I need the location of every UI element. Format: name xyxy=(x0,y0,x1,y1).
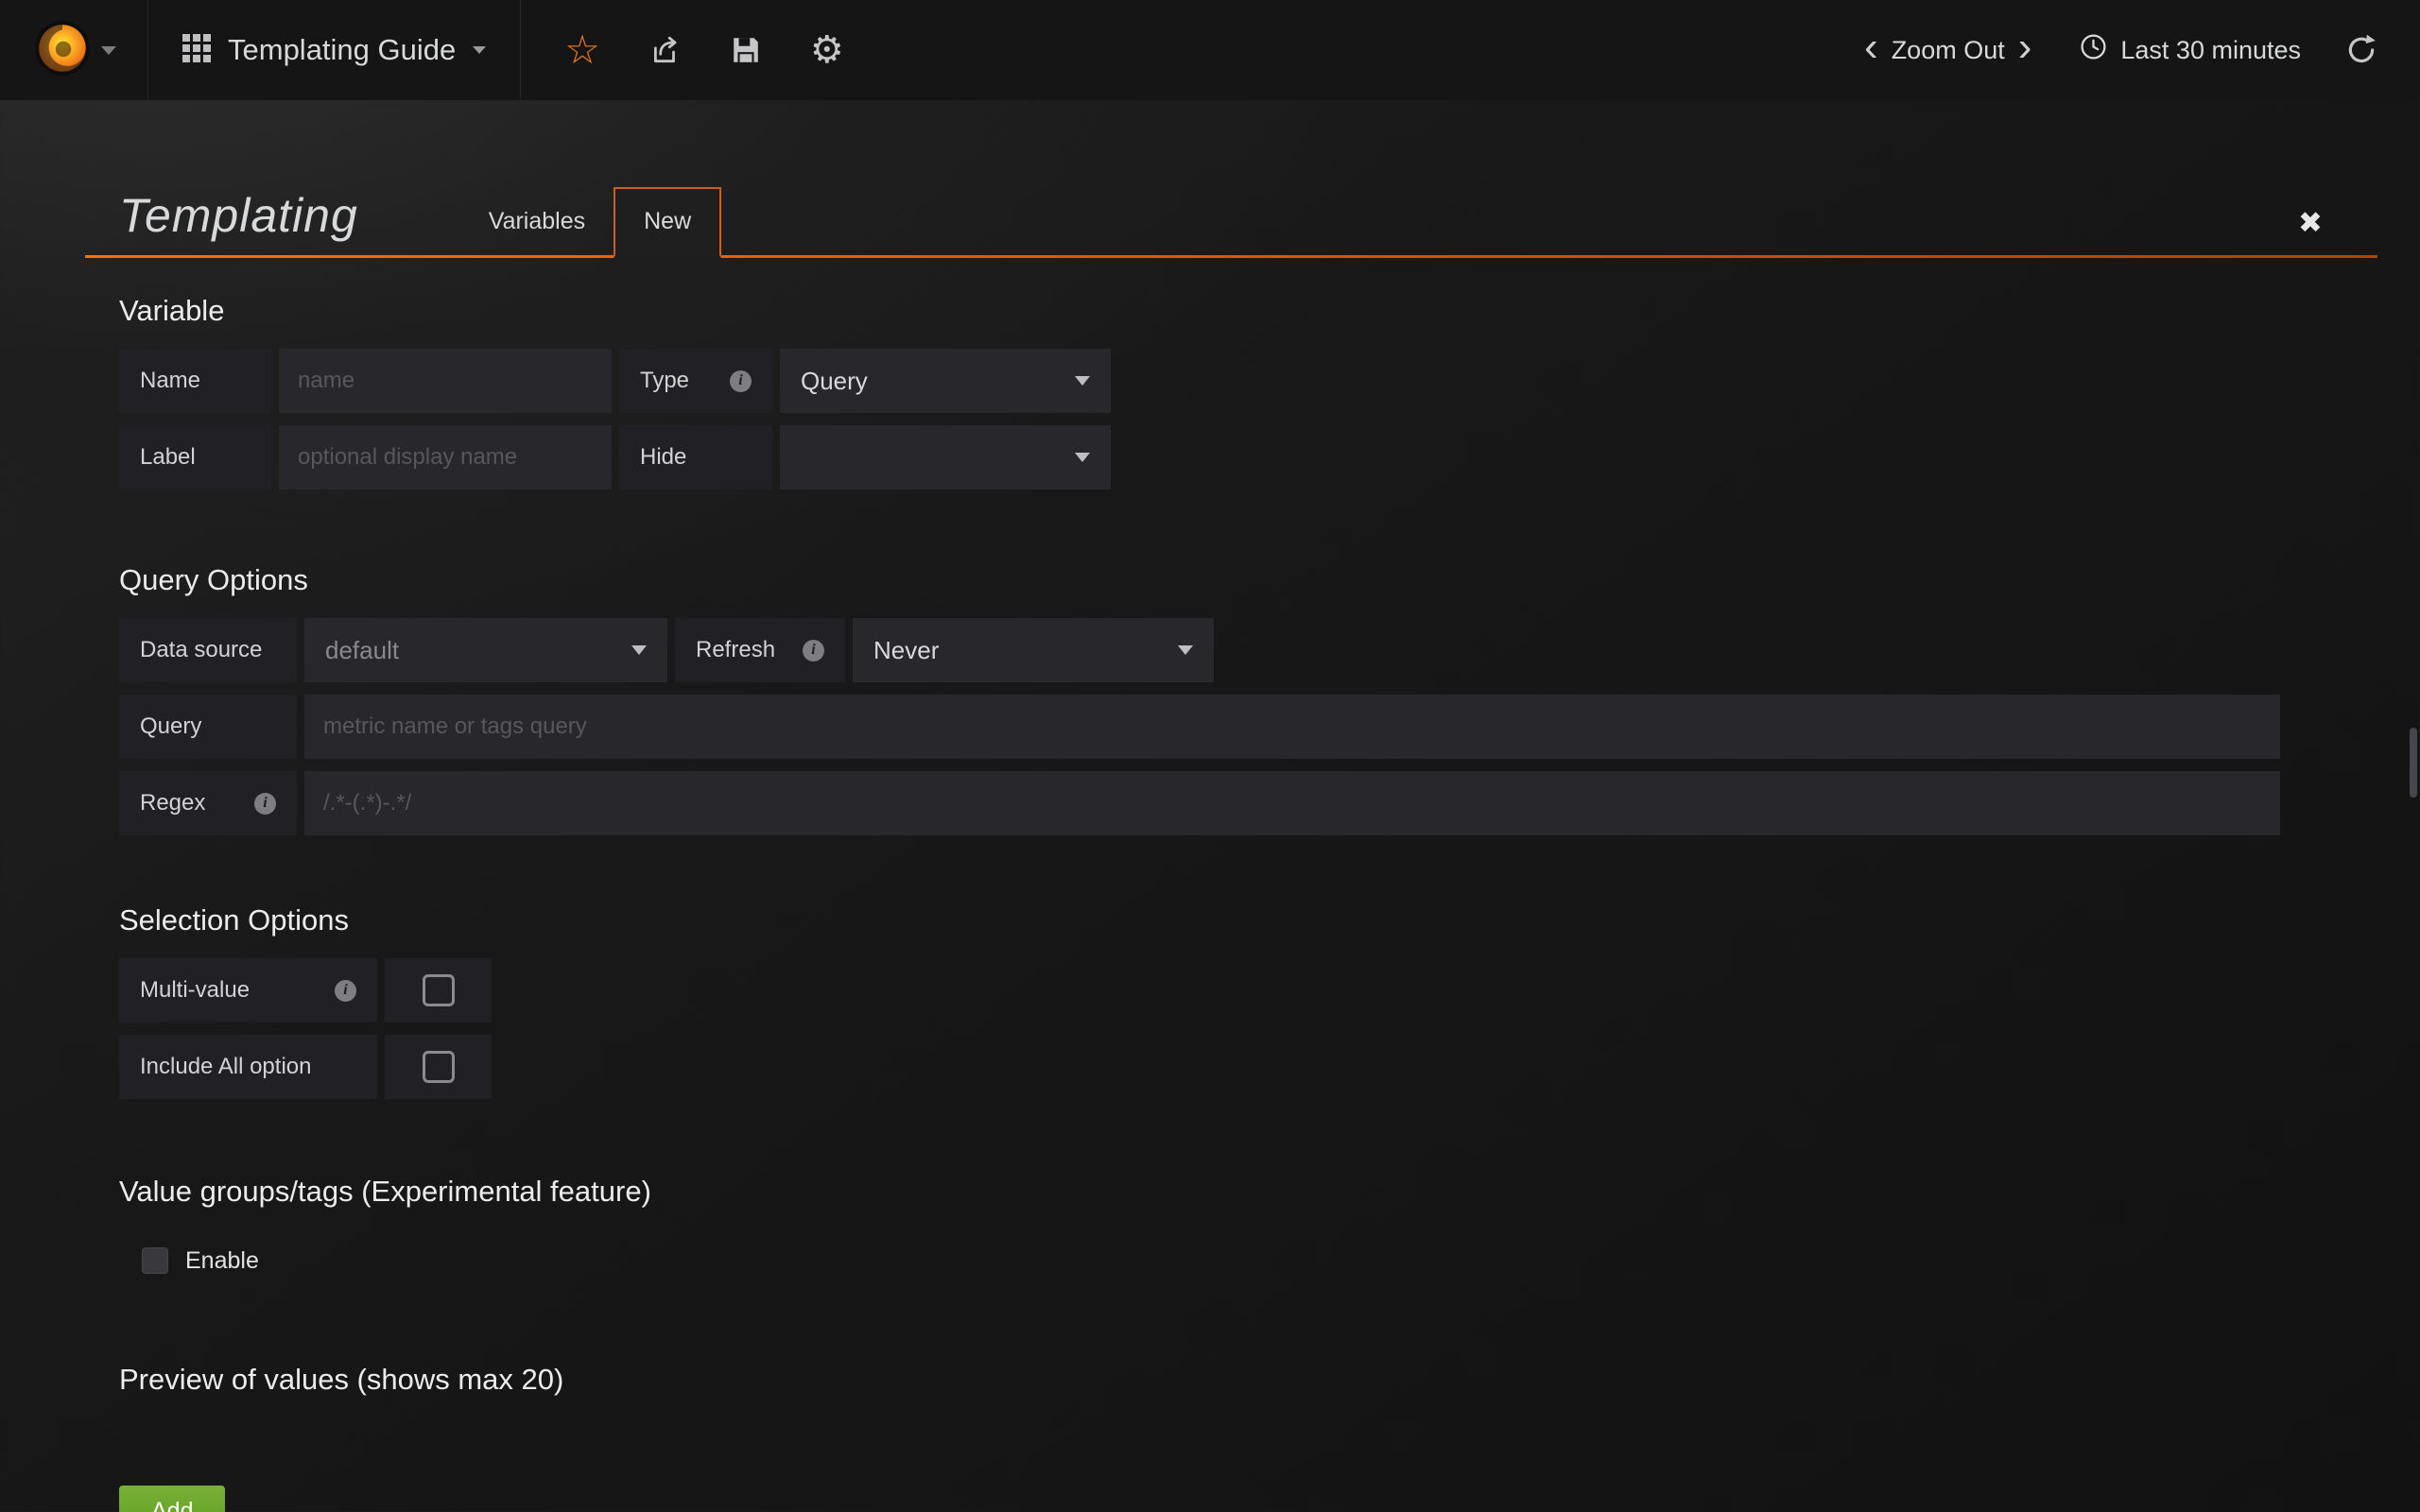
name-label: Name xyxy=(119,349,271,413)
hide-label: Hide xyxy=(619,425,772,490)
caret-down-icon xyxy=(101,46,116,55)
caret-down-icon xyxy=(1178,645,1193,655)
multi-value-label-text: Multi-value xyxy=(140,977,250,1004)
templating-editor: Templating Variables New ✖ Variable Name… xyxy=(0,187,2420,1512)
multi-value-label: Multi-value i xyxy=(119,958,377,1022)
preview-heading: Preview of values (shows max 20) xyxy=(119,1363,2280,1397)
enable-row: Enable xyxy=(142,1242,2280,1280)
include-all-checkbox-cell[interactable] xyxy=(385,1035,492,1099)
editor-tabs: Variables New xyxy=(460,187,721,258)
query-input[interactable] xyxy=(304,695,2280,759)
close-icon[interactable]: ✖ xyxy=(2298,208,2323,237)
info-icon[interactable]: i xyxy=(730,370,752,392)
time-forward-icon[interactable]: › xyxy=(2005,26,2046,68)
variable-name-row: Name Type i Query xyxy=(119,349,2280,413)
grafana-logo-icon xyxy=(31,17,94,84)
datasource-label: Data source xyxy=(119,618,297,682)
multi-value-row: Multi-value i xyxy=(119,958,2280,1022)
refresh-select[interactable]: Never xyxy=(853,618,1214,682)
query-label: Query xyxy=(119,695,297,759)
zoom-out-button[interactable]: Zoom Out xyxy=(1892,36,2005,65)
gear-icon[interactable]: ⚙ xyxy=(810,31,844,69)
time-controls: ‹ Zoom Out › Last 30 minutes xyxy=(1851,0,2420,100)
regex-input[interactable] xyxy=(304,771,2280,835)
regex-row: Regex i xyxy=(119,771,2280,835)
label-input[interactable] xyxy=(279,425,612,490)
info-icon[interactable]: i xyxy=(254,793,276,815)
type-label: Type i xyxy=(619,349,772,413)
refresh-label: Refresh i xyxy=(675,618,845,682)
multi-value-checkbox[interactable] xyxy=(423,974,455,1006)
query-options-heading: Query Options xyxy=(119,563,2280,597)
info-icon[interactable]: i xyxy=(335,980,356,1002)
value-groups-heading: Value groups/tags (Experimental feature) xyxy=(119,1175,2280,1209)
datasource-row: Data source default Refresh i Never xyxy=(119,618,2280,682)
refresh-label-text: Refresh xyxy=(696,637,775,663)
include-all-checkbox[interactable] xyxy=(423,1051,455,1083)
datasource-select-value: default xyxy=(325,636,399,665)
refresh-select-value: Never xyxy=(873,636,939,665)
label-label: Label xyxy=(119,425,271,490)
hide-select[interactable] xyxy=(780,425,1111,490)
time-back-icon[interactable]: ‹ xyxy=(1851,26,1892,68)
dashboard-picker[interactable]: Templating Guide xyxy=(148,0,521,100)
tab-new[interactable]: New xyxy=(614,187,721,258)
dashboard-grid-icon xyxy=(182,34,211,67)
regex-label: Regex i xyxy=(119,771,297,835)
regex-label-text: Regex xyxy=(140,790,205,816)
info-icon[interactable]: i xyxy=(803,640,824,662)
type-select[interactable]: Query xyxy=(780,349,1111,413)
star-icon[interactable]: ☆ xyxy=(564,30,600,70)
time-range-picker[interactable]: Last 30 minutes xyxy=(2079,32,2301,68)
include-all-label: Include All option xyxy=(119,1035,377,1099)
selection-options-heading: Selection Options xyxy=(119,903,2280,937)
time-range-label: Last 30 minutes xyxy=(2120,36,2301,65)
query-row: Query xyxy=(119,695,2280,759)
clock-icon xyxy=(2079,32,2108,68)
caret-down-icon xyxy=(631,645,647,655)
editor-tab-header: Templating Variables New ✖ xyxy=(85,187,2377,258)
save-icon[interactable] xyxy=(731,35,761,65)
enable-label: Enable xyxy=(185,1247,259,1275)
type-select-value: Query xyxy=(801,367,868,396)
caret-down-icon xyxy=(1075,453,1090,462)
enable-checkbox[interactable] xyxy=(142,1247,168,1274)
add-button[interactable]: Add xyxy=(119,1486,225,1512)
variable-label-row: Label Hide xyxy=(119,425,2280,490)
page-title: Templating xyxy=(119,188,358,243)
grafana-menu-button[interactable] xyxy=(0,0,148,100)
refresh-icon[interactable] xyxy=(2344,33,2378,67)
name-input[interactable] xyxy=(279,349,612,413)
datasource-select[interactable]: default xyxy=(304,618,667,682)
variable-heading: Variable xyxy=(119,294,2280,328)
share-icon[interactable] xyxy=(649,34,682,66)
caret-down-icon xyxy=(1075,376,1090,386)
type-label-text: Type xyxy=(640,368,689,394)
dashboard-title: Templating Guide xyxy=(228,33,456,67)
scrollbar-thumb[interactable] xyxy=(2410,728,2417,798)
navbar: Templating Guide ☆ ⚙ ‹ Zoom Ou xyxy=(0,0,2420,100)
tab-variables[interactable]: Variables xyxy=(460,208,614,258)
navbar-actions: ☆ ⚙ xyxy=(521,0,844,100)
multi-value-checkbox-cell[interactable] xyxy=(385,958,492,1022)
caret-down-icon xyxy=(473,46,486,54)
include-all-row: Include All option xyxy=(119,1035,2280,1099)
